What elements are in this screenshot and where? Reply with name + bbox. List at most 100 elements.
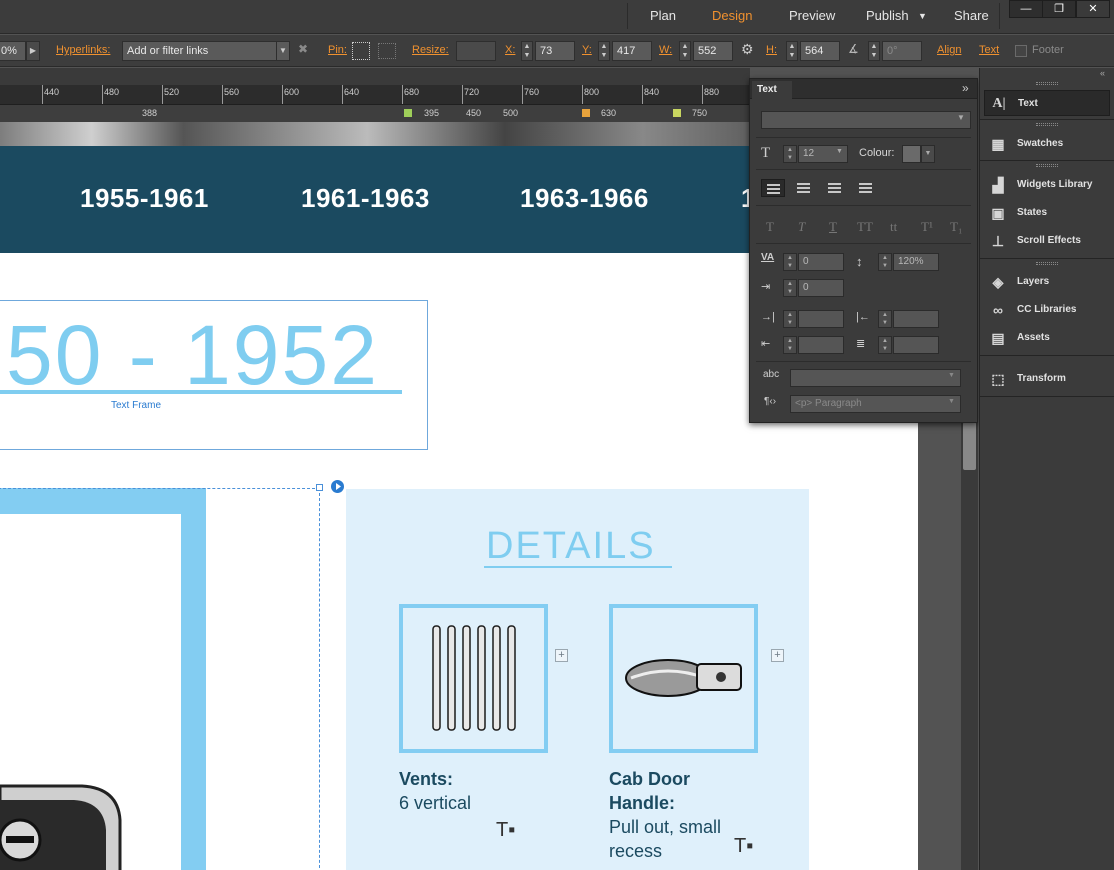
text-image-icon[interactable]: T▪: [734, 835, 753, 858]
mode-preview[interactable]: Preview: [789, 8, 835, 23]
panel-grip[interactable]: [1036, 262, 1058, 265]
vents-value[interactable]: 6 vertical: [399, 793, 471, 814]
align-left-button[interactable]: [761, 179, 785, 197]
rotation-stepper[interactable]: ▲ ▼: [868, 41, 880, 61]
leading-field[interactable]: 120%: [893, 253, 939, 271]
align-link[interactable]: Align: [937, 44, 961, 56]
resize-handle[interactable]: [316, 484, 323, 491]
year-heading[interactable]: 50 - 1952: [6, 310, 379, 400]
right-indent-stepper[interactable]: ▲ ▼: [878, 310, 892, 328]
handle-label-line2[interactable]: Handle:: [609, 793, 675, 814]
handle-value-line2[interactable]: recess: [609, 841, 662, 862]
restore-button[interactable]: ❐: [1042, 0, 1076, 18]
text-panel-tab[interactable]: Text: [752, 81, 792, 99]
chevron-down-icon[interactable]: ▼: [836, 148, 843, 155]
align-center-button[interactable]: [792, 179, 816, 197]
resize-dropdown[interactable]: [456, 41, 496, 61]
minimize-button[interactable]: —: [1009, 0, 1043, 18]
mode-design[interactable]: Design: [712, 8, 752, 23]
indent-stepper[interactable]: ▲ ▼: [783, 279, 797, 297]
chevron-down-icon[interactable]: ▼: [276, 41, 290, 61]
text-style-picker-icon[interactable]: abc: [763, 369, 779, 380]
dock-item-swatches[interactable]: ▦ Swatches: [980, 131, 1114, 157]
paragraph-style-dropdown[interactable]: <p> Paragraph: [790, 395, 961, 413]
dock-item-widgets-library[interactable]: ▟ Widgets Library: [980, 172, 1114, 198]
subscript-button[interactable]: T₁: [950, 219, 962, 235]
y-stepper[interactable]: ▲ ▼: [598, 41, 610, 61]
h-stepper[interactable]: ▲ ▼: [786, 41, 798, 61]
dock-item-text[interactable]: A| Text: [984, 90, 1110, 116]
nav-item-1963[interactable]: 1963-1966: [520, 183, 649, 214]
details-title[interactable]: DETAILS: [486, 525, 656, 568]
indent-field[interactable]: 0: [798, 279, 844, 297]
chevron-down-icon[interactable]: ▼: [921, 145, 935, 163]
dock-item-layers[interactable]: ◈ Layers: [980, 269, 1114, 295]
mode-share[interactable]: Share: [954, 8, 989, 23]
breakpoint-marker-icon[interactable]: [404, 109, 412, 117]
dock-item-assets[interactable]: ▤ Assets: [980, 325, 1114, 351]
superscript-button[interactable]: T¹: [921, 219, 933, 235]
close-button[interactable]: ✕: [1076, 0, 1110, 18]
selection-box[interactable]: [0, 488, 320, 870]
nav-item-1955[interactable]: 1955-1961: [80, 183, 209, 214]
mode-plan[interactable]: Plan: [650, 8, 676, 23]
vents-label[interactable]: Vents:: [399, 769, 453, 790]
breakpoint-marker-icon[interactable]: [673, 109, 681, 117]
hyperlinks-input[interactable]: Add or filter links: [122, 41, 290, 61]
chevron-down-icon[interactable]: ▼: [948, 398, 955, 405]
underline-button[interactable]: T: [829, 219, 837, 235]
details-panel[interactable]: DETAILS + + Vents: 6 vertical T▪ Cab Doo…: [346, 489, 809, 870]
remove-link-icon[interactable]: ✖: [298, 42, 308, 56]
collapse-dock-icon[interactable]: «: [1100, 68, 1105, 78]
dock-item-states[interactable]: ▣ States: [980, 200, 1114, 226]
text-link[interactable]: Text: [979, 44, 999, 56]
chevron-down-icon[interactable]: ▼: [957, 113, 965, 122]
collapse-panel-icon[interactable]: »: [962, 81, 969, 95]
colour-swatch[interactable]: [902, 145, 921, 163]
space-before-field[interactable]: [798, 336, 844, 354]
tracking-field[interactable]: 0: [798, 253, 844, 271]
font-family-dropdown[interactable]: [761, 111, 971, 129]
chevron-down-icon[interactable]: ▼: [918, 11, 927, 21]
panel-grip[interactable]: [1036, 164, 1058, 167]
left-indent-stepper[interactable]: ▲ ▼: [783, 310, 797, 328]
chevron-down-icon[interactable]: ▼: [948, 372, 955, 379]
character-style-dropdown[interactable]: [790, 369, 961, 387]
all-caps-button[interactable]: TT: [857, 219, 873, 235]
pin-scroll-icon[interactable]: [378, 43, 396, 59]
align-right-button[interactable]: [823, 179, 847, 197]
x-field[interactable]: 73: [535, 41, 575, 61]
nav-item-1961[interactable]: 1961-1963: [301, 183, 430, 214]
dock-item-cc-libraries[interactable]: ∞ CC Libraries: [980, 297, 1114, 323]
zoom-arrow-icon[interactable]: ▶: [26, 41, 40, 61]
space-after-field[interactable]: [893, 336, 939, 354]
rotation-field[interactable]: 0°: [882, 41, 922, 61]
right-indent-field[interactable]: [893, 310, 939, 328]
breakpoint-marker-icon[interactable]: [582, 109, 590, 117]
h-field[interactable]: 564: [800, 41, 840, 61]
handle-thumbnail[interactable]: [609, 604, 758, 753]
scroll-thumb[interactable]: [963, 422, 976, 470]
pin-grid-icon[interactable]: [352, 42, 370, 60]
left-indent-field[interactable]: [798, 310, 844, 328]
panel-grip[interactable]: [1036, 123, 1058, 126]
handle-label-line1[interactable]: Cab Door: [609, 769, 690, 790]
tracking-stepper[interactable]: ▲ ▼: [783, 253, 797, 271]
options-dot-icon[interactable]: [331, 480, 344, 493]
font-size-stepper[interactable]: ▲ ▼: [783, 145, 797, 163]
link-proportions-icon[interactable]: ⚙: [741, 41, 754, 58]
handle-value-line1[interactable]: Pull out, small: [609, 817, 721, 838]
space-before-stepper[interactable]: ▲ ▼: [783, 336, 797, 354]
panel-grip[interactable]: [1036, 82, 1058, 85]
italic-button[interactable]: T: [798, 219, 805, 235]
w-stepper[interactable]: ▲ ▼: [679, 41, 691, 61]
bold-button[interactable]: T: [766, 219, 774, 235]
small-caps-button[interactable]: tt: [890, 219, 897, 235]
dock-item-transform[interactable]: ⬚ Transform: [980, 366, 1114, 392]
leading-stepper[interactable]: ▲ ▼: [878, 253, 892, 271]
w-field[interactable]: 552: [693, 41, 733, 61]
x-stepper[interactable]: ▲ ▼: [521, 41, 533, 61]
mode-publish[interactable]: Publish: [866, 8, 909, 23]
dock-item-scroll-effects[interactable]: ⊥ Scroll Effects: [980, 228, 1114, 254]
zoom-field[interactable]: 0%: [0, 41, 26, 61]
